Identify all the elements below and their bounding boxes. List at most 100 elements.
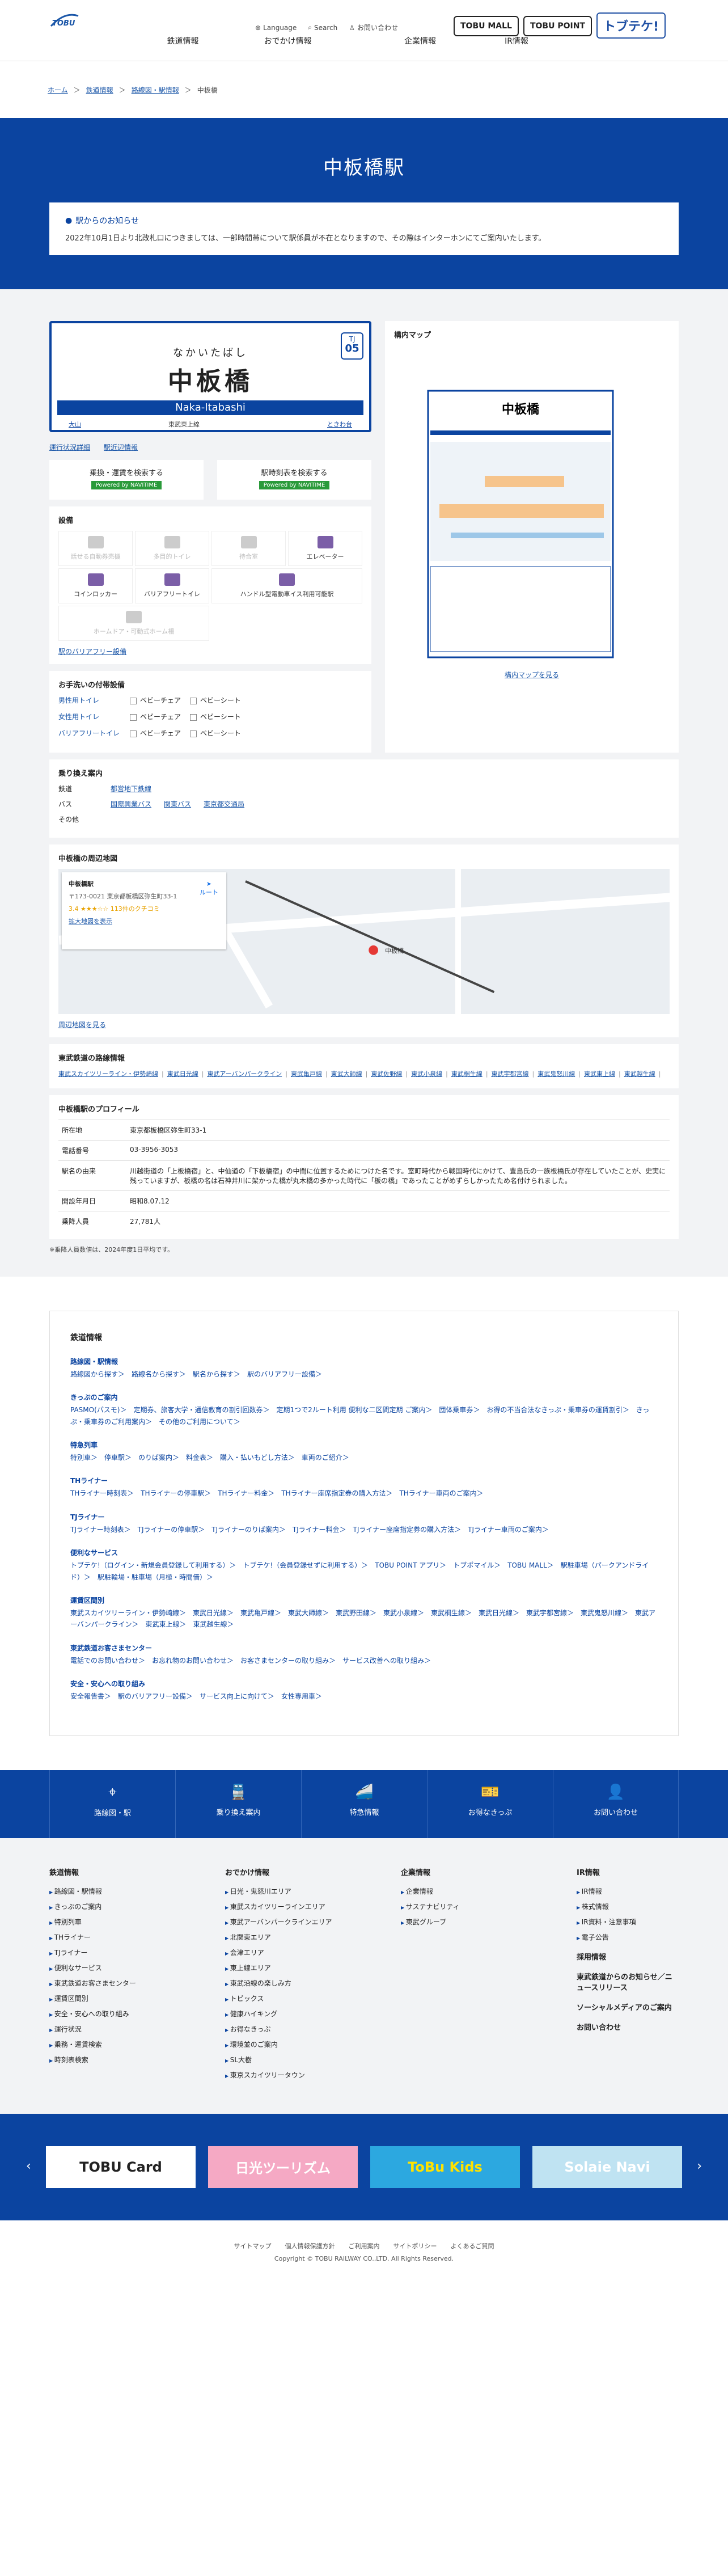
timetable-search-button[interactable]: 駅時刻表を検索する Powered by NAVITIME (217, 460, 371, 500)
transfer-link[interactable]: 東京都交通局 (204, 799, 244, 809)
index-group-links[interactable]: トブテケ!（ログイン・新規会員登録して利用する）＞ トブテケ!（会員登録せずに利… (70, 1560, 658, 1583)
line-link[interactable]: 東武日光線 (167, 1070, 198, 1078)
index-group-title[interactable]: 運賃区間別 (70, 1595, 658, 1605)
footer-link[interactable]: 東武鉄道お客さまセンター (49, 1978, 225, 1988)
footer-link[interactable]: 便利なサービス (49, 1963, 225, 1973)
prev-station-link[interactable]: 大山 (69, 420, 81, 429)
footer-bottom-link[interactable]: よくあるご質問 (451, 2241, 494, 2250)
operation-status-link[interactable]: 運行状況詳細 (49, 442, 90, 452)
footer-link[interactable]: 株式情報 (577, 1902, 679, 1911)
index-group-links[interactable]: PASMO(パスモ)＞ 定期券、旅客大学・通信教育の割引回数券＞ 定期1つで2ル… (70, 1404, 658, 1428)
search-button[interactable]: ⌕ Search (308, 23, 337, 32)
line-link[interactable]: 東武宇都宮線 (492, 1070, 529, 1078)
nav-railway[interactable]: 鉄道情報 (130, 35, 235, 47)
footer-bottom-link[interactable]: ご利用案内 (349, 2241, 380, 2250)
banner-solaie[interactable]: Solaie Navi (532, 2146, 682, 2188)
footer-link[interactable]: 健康ハイキング (225, 2009, 401, 2018)
transfer-link[interactable]: 関東バス (164, 799, 191, 809)
station-map-link[interactable]: 構内マップを見る (505, 671, 559, 679)
index-group-links[interactable]: 電話でのお問い合わせ＞ お忘れ物のお問い合わせ＞ お客さまセンターの取り組み＞ … (70, 1655, 658, 1666)
nearby-map-link[interactable]: 周辺地図を見る (58, 1021, 106, 1029)
footer-big-link[interactable]: 東武鉄道からのお知らせ／ニュースリリース (577, 1971, 679, 1992)
index-group-links[interactable]: 特別車＞ 停車駅＞ のりば案内＞ 料金表＞ 購入・払いもどし方法＞ 車両のご紹介… (70, 1452, 658, 1463)
contact-button[interactable]: ♙ お問い合わせ (349, 23, 398, 32)
index-group-title[interactable]: 安全・安心への取り組み (70, 1679, 658, 1688)
index-group-title[interactable]: 東武鉄道お客さまセンター (70, 1643, 658, 1653)
footer-link[interactable]: お得なきっぷ (225, 2024, 401, 2034)
enlarge-map-link[interactable]: 拡大地図を表示 (69, 918, 112, 925)
line-link[interactable]: 東武小泉線 (411, 1070, 442, 1078)
footer-link[interactable]: 東京スカイツリータウン (225, 2070, 401, 2080)
footer-big-link[interactable]: 採用情報 (577, 1951, 679, 1962)
breadcrumb-home[interactable]: ホーム (48, 85, 68, 95)
directions-button[interactable]: ➤ ルート (200, 880, 218, 897)
index-group-title[interactable]: 特急列車 (70, 1440, 658, 1450)
barrier-free-link[interactable]: 駅のバリアフリー設備 (58, 648, 126, 656)
footer-bottom-link[interactable]: サイトマップ (234, 2241, 272, 2250)
index-group-title[interactable]: TJライナー (70, 1512, 658, 1522)
footer-big-link[interactable]: お問い合わせ (577, 2021, 679, 2032)
footer-link[interactable]: 特別列車 (49, 1917, 225, 1927)
footer-link[interactable]: 電子公告 (577, 1932, 679, 1942)
banner-tobu-kids[interactable]: ToBu Kids (370, 2146, 520, 2188)
footer-link[interactable]: 時刻表検索 (49, 2055, 225, 2064)
index-group-links[interactable]: THライナー時刻表＞ THライナーの停車駅＞ THライナー料金＞ THライナー座… (70, 1488, 658, 1499)
google-map[interactable]: ● 中板橋 中板橋駅 〒173-0021 東京都板橋区弥生町33-1 3.4 ★… (58, 869, 670, 1014)
language-button[interactable]: ⊕ Language (255, 23, 297, 32)
line-link[interactable]: 東武鬼怒川線 (537, 1070, 575, 1078)
station-floor-map[interactable]: 中板橋 (394, 345, 670, 663)
footer-link[interactable]: THライナー (49, 1932, 225, 1942)
footer-column-title[interactable]: 企業情報 (401, 1866, 577, 1877)
footer-link[interactable]: 東武スカイツリーラインエリア (225, 1902, 401, 1911)
footer-link[interactable]: 日光・鬼怒川エリア (225, 1886, 401, 1896)
index-group-title[interactable]: きっぷのご案内 (70, 1392, 658, 1402)
index-group-links[interactable]: 安全報告書＞ 駅のバリアフリー設備＞ サービス向上に向けて＞ 女性専用車＞ (70, 1691, 658, 1702)
next-station-link[interactable]: ときわ台 (327, 420, 352, 429)
tobutike-button[interactable]: トブテケ! (596, 12, 666, 39)
breadcrumb-railway[interactable]: 鉄道情報 (86, 85, 113, 95)
breadcrumb-route-map[interactable]: 路線図・駅情報 (132, 85, 179, 95)
footer-link[interactable]: 東武アーバンパークラインエリア (225, 1917, 401, 1927)
footer-bottom-link[interactable]: 個人情報保護方針 (285, 2241, 335, 2250)
nearby-info-link[interactable]: 駅近辺情報 (104, 442, 138, 452)
footer-link[interactable]: IR情報 (577, 1886, 679, 1896)
index-group-links[interactable]: 東武スカイツリーライン・伊勢崎線＞ 東武日光線＞ 東武亀戸線＞ 東武大師線＞ 東… (70, 1607, 658, 1631)
footer-link[interactable]: サステナビリティ (401, 1902, 577, 1911)
nav-ir[interactable]: IR情報 (468, 35, 565, 47)
line-link[interactable]: 東武大師線 (331, 1070, 362, 1078)
line-link[interactable]: 東武桐生線 (451, 1070, 482, 1078)
logo-text[interactable]: TOBU (52, 19, 75, 28)
footer-link[interactable]: SL大樹 (225, 2055, 401, 2064)
footer-big-link[interactable]: ソーシャルメディアのご案内 (577, 2001, 679, 2012)
quick-link-item[interactable]: 👤 お問い合わせ (553, 1770, 679, 1838)
quick-link-item[interactable]: ⌖ 路線図・駅 (49, 1770, 175, 1838)
footer-link[interactable]: 北関東エリア (225, 1932, 401, 1942)
carousel-prev-icon[interactable]: ‹ (26, 2159, 31, 2173)
nav-outing[interactable]: おでかけ情報 (235, 35, 340, 47)
banner-nikko[interactable]: 日光ツーリズム (208, 2146, 358, 2188)
footer-column-title[interactable]: 鉄道情報 (49, 1866, 225, 1877)
index-group-title[interactable]: 路線図・駅情報 (70, 1357, 658, 1366)
footer-link[interactable]: 企業情報 (401, 1886, 577, 1896)
banner-tobu-card[interactable]: TOBU Card (46, 2146, 196, 2188)
footer-bottom-link[interactable]: サイトポリシー (393, 2241, 437, 2250)
carousel-next-icon[interactable]: › (697, 2159, 702, 2173)
footer-link[interactable]: TJライナー (49, 1948, 225, 1957)
index-group-links[interactable]: 路線図から探す＞ 路線名から探す＞ 駅名から探す＞ 駅のバリアフリー設備＞ (70, 1369, 658, 1380)
transfer-link[interactable]: 都営地下鉄線 (111, 784, 151, 793)
index-group-title[interactable]: 便利なサービス (70, 1548, 658, 1557)
footer-link[interactable]: 会津エリア (225, 1948, 401, 1957)
index-group-title[interactable]: THライナー (70, 1476, 658, 1485)
tobu-point-button[interactable]: TOBU POINT (523, 16, 592, 36)
fare-search-button[interactable]: 乗換・運賃を検索する Powered by NAVITIME (49, 460, 204, 500)
line-link[interactable]: 東武佐野線 (371, 1070, 402, 1078)
line-link[interactable]: 東武越生線 (624, 1070, 655, 1078)
line-link[interactable]: 東武アーバンパークライン (207, 1070, 282, 1078)
nav-corporate[interactable]: 企業情報 (372, 35, 468, 47)
quick-link-item[interactable]: 🚄 特急情報 (301, 1770, 427, 1838)
line-link[interactable]: 東武スカイツリーライン・伊勢崎線 (58, 1070, 158, 1078)
transfer-link[interactable]: 国際興業バス (111, 799, 151, 809)
footer-link[interactable]: 東上線エリア (225, 1963, 401, 1973)
footer-link[interactable]: 路線図・駅情報 (49, 1886, 225, 1896)
footer-link[interactable]: 乗務・運賃検索 (49, 2039, 225, 2049)
